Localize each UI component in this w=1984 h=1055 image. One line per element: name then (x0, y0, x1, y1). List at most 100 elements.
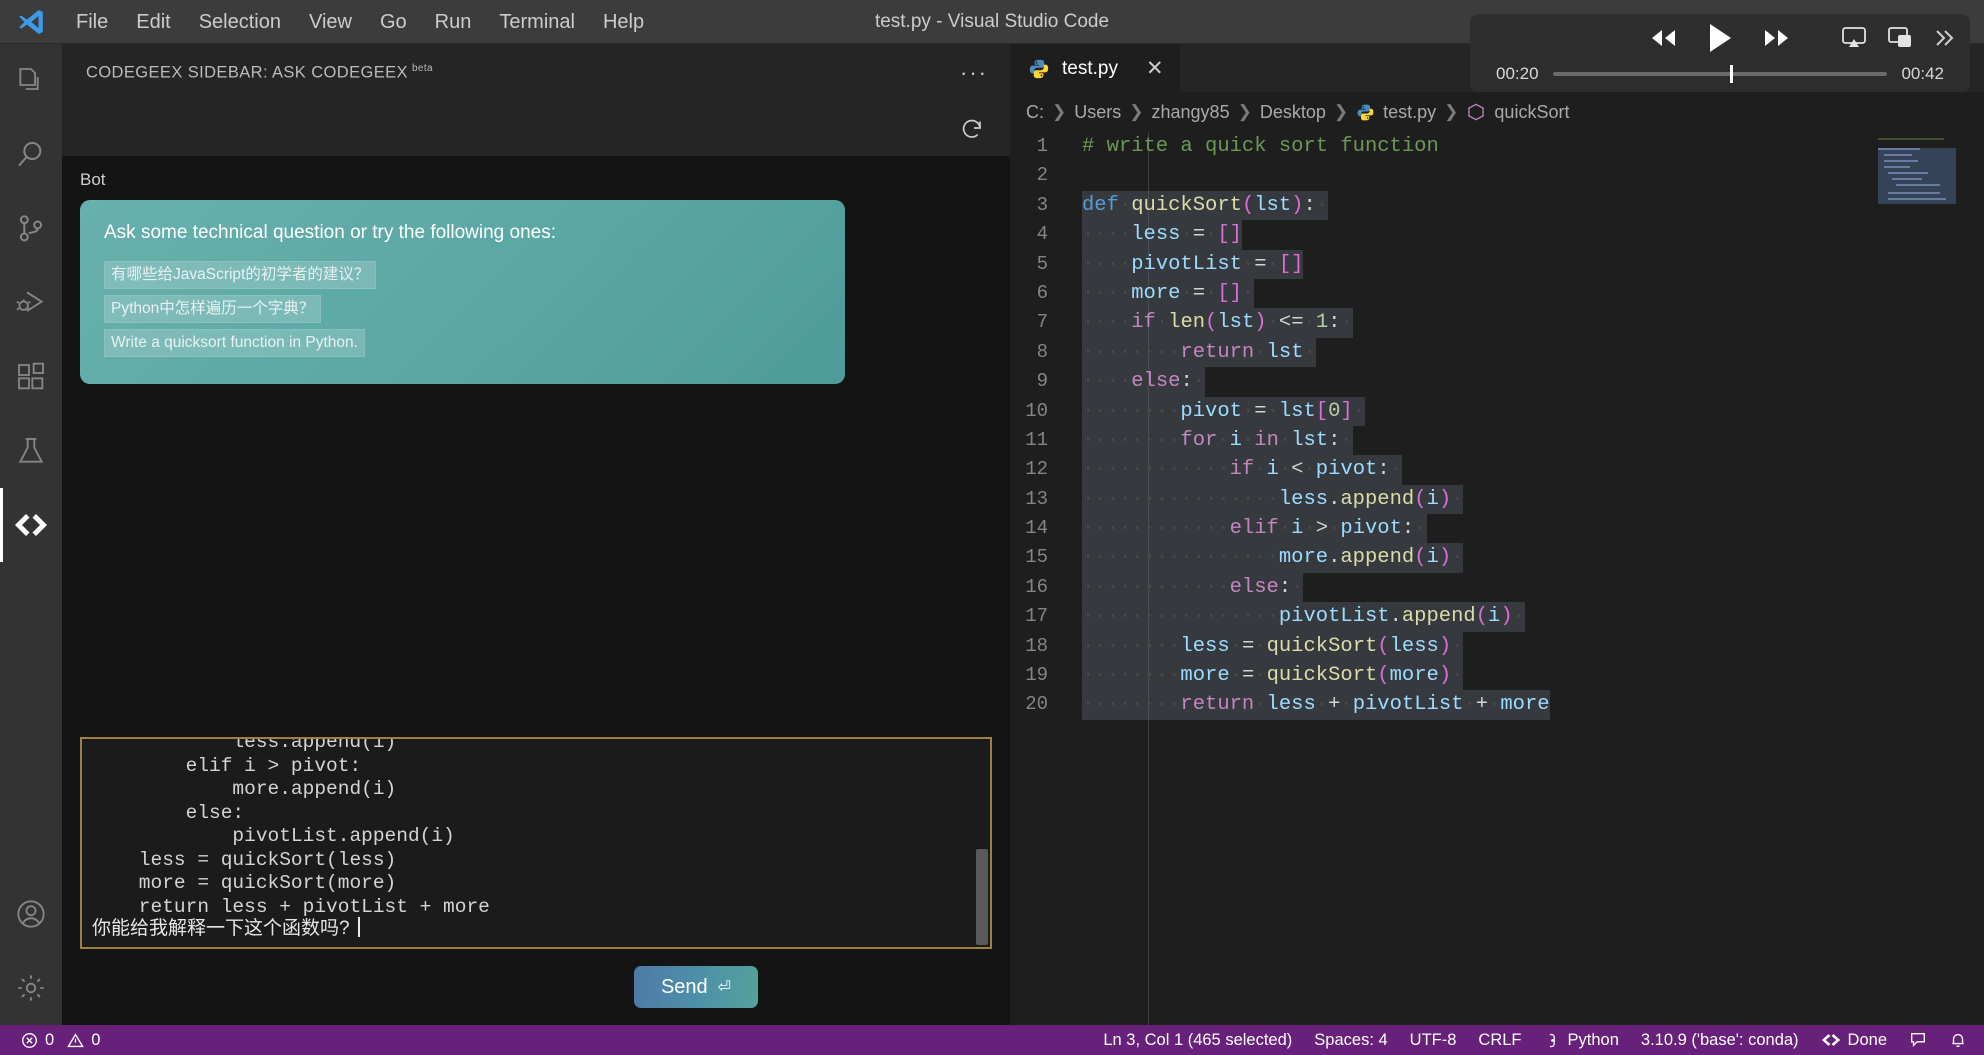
code-line[interactable]: 2 (1010, 161, 1984, 190)
status-indentation[interactable]: Spaces: 4 (1303, 1025, 1398, 1055)
status-eol[interactable]: CRLF (1467, 1025, 1532, 1055)
ellipsis-icon[interactable]: ··· (960, 68, 988, 78)
code-line[interactable]: 10········pivot·=·lst[0]· (1010, 397, 1984, 426)
code-editor[interactable]: 1# write a quick sort function23def·quic… (1010, 132, 1984, 1025)
code-token: len (1168, 311, 1205, 334)
code-token: · (1316, 194, 1328, 217)
code-token: · (1254, 458, 1266, 481)
airplay-icon[interactable] (1842, 27, 1866, 49)
breadcrumb-item-users[interactable]: Users (1074, 102, 1121, 123)
menu-item-help[interactable]: Help (589, 5, 658, 39)
code-line[interactable]: 18········less·=·quickSort(less)· (1010, 632, 1984, 661)
breadcrumb-item-file[interactable]: test.py (1383, 102, 1436, 123)
code-token: · (1414, 517, 1426, 540)
text-cursor (358, 917, 360, 937)
fast-forward-icon[interactable] (1761, 27, 1793, 49)
code-line[interactable]: 14············elif·i·>·pivot:· (1010, 514, 1984, 543)
bell-icon[interactable] (1938, 1025, 1978, 1055)
code-token: · (1193, 370, 1205, 393)
menu-item-file[interactable]: File (62, 5, 122, 39)
sidebar-item-extensions[interactable] (0, 340, 62, 414)
breadcrumb-item-drive[interactable]: C: (1026, 102, 1044, 123)
code-token: · (1291, 576, 1303, 599)
close-icon[interactable]: ✕ (1146, 60, 1164, 78)
code-line[interactable]: 12············if·i·<·pivot:· (1010, 455, 1984, 484)
code-line[interactable]: 9····else:· (1010, 367, 1984, 396)
code-line[interactable]: 6····more·=·[]· (1010, 279, 1984, 308)
menu-item-go[interactable]: Go (366, 5, 421, 39)
code-token: elif (1230, 517, 1279, 540)
play-icon[interactable] (1707, 22, 1733, 54)
sidebar-item-codegeex[interactable] (0, 488, 62, 562)
chat-input-code[interactable]: less.append(i) elif i > pivot: more.appe… (82, 737, 990, 919)
line-number: 5 (1010, 250, 1082, 279)
code-line[interactable]: 16············else:· (1010, 573, 1984, 602)
sidebar-item-search[interactable] (0, 118, 62, 192)
menu-item-edit[interactable]: Edit (122, 5, 184, 39)
code-token: · (1451, 488, 1463, 511)
menu-item-run[interactable]: Run (421, 5, 486, 39)
status-codegeex[interactable]: Done (1810, 1025, 1898, 1055)
code-line[interactable]: 11········for·i·in·lst:· (1010, 426, 1984, 455)
menu-item-view[interactable]: View (295, 5, 366, 39)
chevron-double-right-icon[interactable] (1934, 28, 1956, 48)
code-line[interactable]: 13················less.append(i)· (1010, 485, 1984, 514)
code-line[interactable]: 19········more·=·quickSort(more)· (1010, 661, 1984, 690)
tab-test-py[interactable]: test.py ✕ (1010, 44, 1180, 92)
menu-item-selection[interactable]: Selection (185, 5, 295, 39)
breadcrumb-item-zhangy85[interactable]: zhangy85 (1152, 102, 1230, 123)
code-line[interactable]: 7····if·len(lst)·<=·1:· (1010, 308, 1984, 337)
editor-scrollbar[interactable] (1956, 132, 1970, 1025)
sidebar-item-run-and-debug[interactable] (0, 266, 62, 340)
breadcrumb-item-symbol[interactable]: quickSort (1494, 102, 1569, 123)
chat-input-typed-text[interactable]: 你能给我解释一下这个函数吗? (92, 913, 360, 940)
chat-input-box[interactable]: less.append(i) elif i > pivot: more.appe… (80, 737, 992, 949)
chat-input-scrollbar[interactable] (976, 849, 988, 945)
sidebar-item-testing[interactable] (0, 414, 62, 488)
code-token: ) (1254, 311, 1266, 334)
picture-in-picture-icon[interactable] (1888, 27, 1912, 49)
gear-icon[interactable] (0, 951, 62, 1025)
code-line[interactable]: 3def·quickSort(lst):· (1010, 191, 1984, 220)
error-circle-icon (21, 1032, 38, 1049)
code-token: less (1267, 693, 1316, 716)
code-token: for (1180, 429, 1217, 452)
code-line[interactable]: 5····pivotList·=·[] (1010, 250, 1984, 279)
status-cursor-position[interactable]: Ln 3, Col 1 (465 selected) (1092, 1025, 1303, 1055)
editor-group: test.py ✕ C: ❯ Users ❯ zhangy85 ❯ Deskto… (1010, 44, 1984, 1025)
sidebar-item-source-control[interactable] (0, 192, 62, 266)
send-button[interactable]: Send ⏎ (634, 966, 758, 1008)
sidebar-item-explorer[interactable] (0, 44, 62, 118)
history-refresh-icon[interactable] (960, 117, 984, 141)
code-token: · (1279, 429, 1291, 452)
status-encoding[interactable]: UTF-8 (1399, 1025, 1468, 1055)
code-token: less (1131, 223, 1180, 246)
video-seek-bar[interactable] (1553, 72, 1888, 76)
code-token: i (1291, 517, 1303, 540)
code-token: : (1180, 370, 1192, 393)
accounts-icon[interactable] (0, 877, 62, 951)
menu-item-terminal[interactable]: Terminal (485, 5, 589, 39)
chat-suggestion-2[interactable]: Python中怎样遍历一个字典？ (104, 295, 321, 323)
code-token: pivot (1340, 517, 1402, 540)
minimap[interactable] (1874, 132, 1970, 1025)
status-language-mode[interactable]: Python (1533, 1025, 1630, 1055)
rewind-icon[interactable] (1647, 27, 1679, 49)
code-line[interactable]: 17················pivotList.append(i)· (1010, 602, 1984, 631)
code-line[interactable]: 4····less·=·[] (1010, 220, 1984, 249)
feedback-icon[interactable] (1898, 1025, 1938, 1055)
code-line[interactable]: 15················more.append(i)· (1010, 543, 1984, 572)
code-line[interactable]: 1# write a quick sort function (1010, 132, 1984, 161)
status-python-interpreter[interactable]: 3.10.9 ('base': conda) (1630, 1025, 1810, 1055)
code-line[interactable]: 8········return·lst· (1010, 338, 1984, 367)
chat-suggestion-1[interactable]: 有哪些给JavaScript的初学者的建议？ (104, 261, 376, 289)
code-token: > (1316, 517, 1328, 540)
video-seek-handle[interactable] (1730, 65, 1733, 83)
code-token: + (1476, 693, 1488, 716)
breadcrumb-item-desktop[interactable]: Desktop (1260, 102, 1326, 123)
chat-bot-label: Bot (62, 164, 1010, 200)
code-lines[interactable]: 1# write a quick sort function23def·quic… (1010, 132, 1984, 720)
chat-suggestion-3[interactable]: Write a quicksort function in Python. (104, 329, 365, 357)
status-problems[interactable]: 0 0 (10, 1025, 111, 1055)
code-line[interactable]: 20········return·less·+·pivotList·+·more (1010, 690, 1984, 719)
